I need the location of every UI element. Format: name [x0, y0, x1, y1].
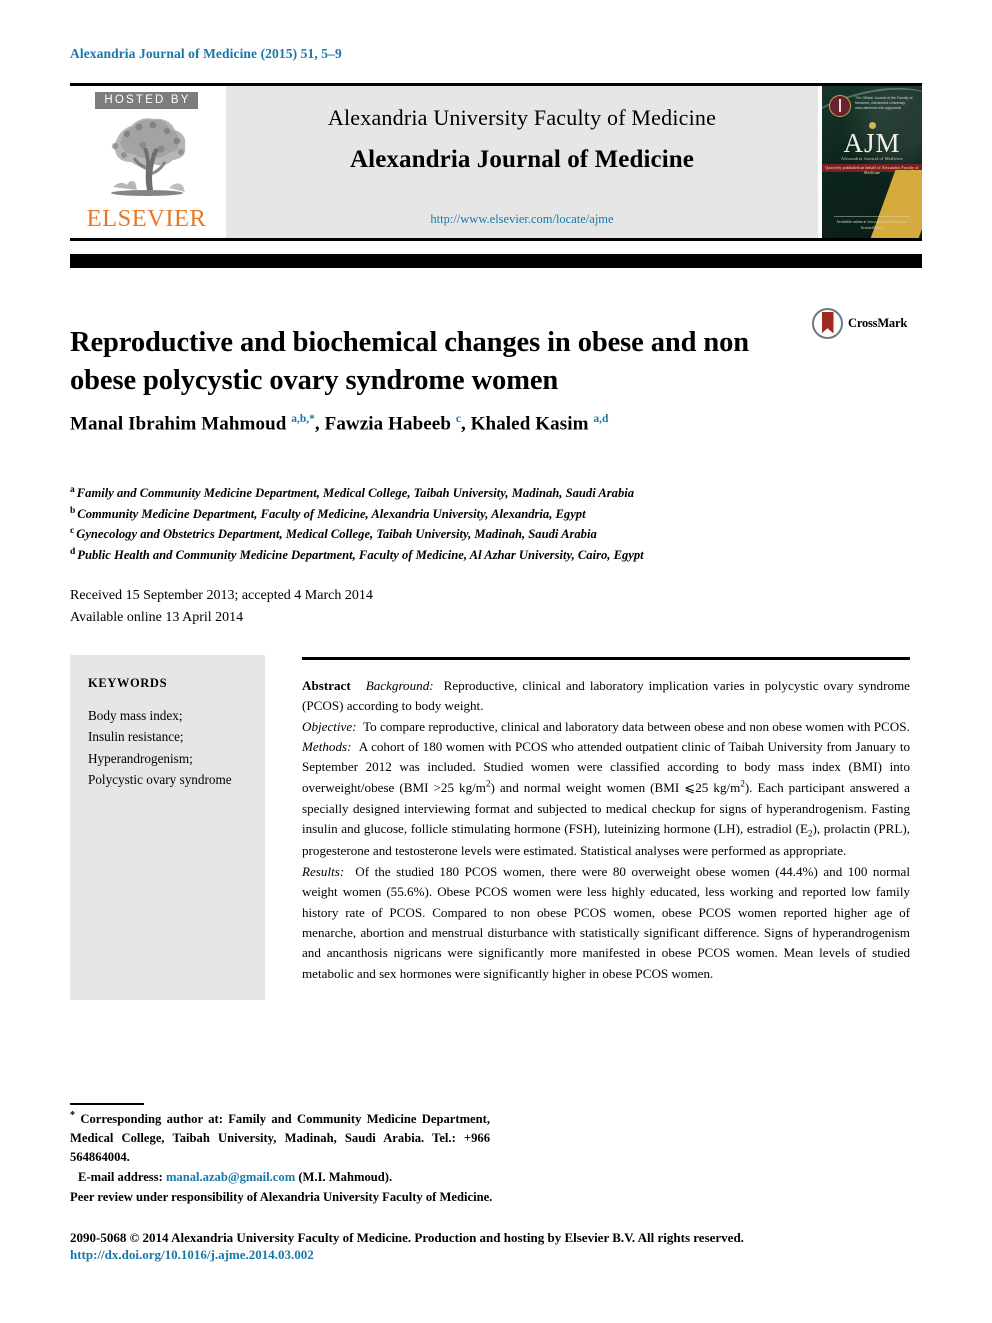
- author-email-link[interactable]: manal.azab@gmail.com: [166, 1170, 295, 1184]
- abstract-section-heading: Methods:: [302, 739, 352, 755]
- masthead-bottom-rule: [70, 238, 922, 241]
- abstract-label: Abstract: [302, 678, 351, 693]
- abstract-section: Abstract Background: Reproductive, clini…: [302, 676, 910, 717]
- abstract-section-text: To compare reproductive, clinical and la…: [363, 718, 910, 734]
- cover-initials: AJM: [843, 128, 901, 158]
- keyword-item: Polycystic ovary syndrome: [88, 772, 232, 788]
- asterisk-marker: *: [70, 1110, 75, 1121]
- university-emblem-icon: [829, 95, 851, 117]
- affiliation-item: d Public Health and Community Medicine De…: [70, 545, 920, 566]
- keyword-item: Insulin resistance;: [88, 729, 184, 745]
- email-suffix: (M.I. Mahmoud).: [298, 1169, 393, 1184]
- author-list: Manal Ibrahim Mahmoud a,b,*, Fawzia Habe…: [70, 413, 609, 435]
- copyright-line: 2090-5068 © 2014 Alexandria University F…: [70, 1230, 744, 1245]
- email-line: E-mail address: manal.azab@gmail.com (M.…: [70, 1168, 490, 1187]
- abstract-section: Methods: A cohort of 180 women with PCOS…: [302, 737, 910, 862]
- author-affiliation-marker: a,b,*: [291, 413, 315, 425]
- keyword-item: Body mass index;: [88, 708, 183, 723]
- faculty-name: Alexandria University Faculty of Medicin…: [327, 105, 717, 130]
- journal-name: Alexandria Journal of Medicine: [350, 146, 694, 173]
- affiliation-text: Public Health and Community Medicine Dep…: [77, 547, 644, 562]
- abstract-section: Objective: To compare reproductive, clin…: [302, 717, 910, 737]
- abstract-top-rule: [302, 657, 910, 660]
- abstract-section-text: A cohort of 180 women with PCOS who atte…: [302, 739, 911, 859]
- doi-link[interactable]: http://dx.doi.org/10.1016/j.ajme.2014.03…: [70, 1247, 314, 1263]
- affiliation-item: c Gynecology and Obstetrics Department, M…: [70, 524, 920, 545]
- page-title: Reproductive and biochemical changes in …: [70, 327, 750, 396]
- affiliation-text: Community Medicine Department, Faculty o…: [77, 506, 586, 521]
- author-affiliation-marker: c: [455, 413, 461, 425]
- affiliation-list: a Family and Community Medicine Departmen…: [70, 483, 920, 565]
- author-name: Khaled Kasim: [470, 413, 594, 435]
- author-affiliation-marker: a,d: [593, 413, 609, 425]
- abstract-section-text: Of the studied 180 PCOS women, there wer…: [302, 863, 911, 981]
- abstract-body: Abstract Background: Reproductive, clini…: [302, 676, 910, 984]
- affiliation-item: a Family and Community Medicine Departmen…: [70, 483, 920, 504]
- affiliation-text: Family and Community Medicine Department…: [76, 486, 635, 501]
- section-divider-bar: [70, 254, 922, 268]
- journal-masthead: HOSTED BY ELSEVIER Alexandria University…: [70, 86, 922, 238]
- email-label: E-mail address:: [78, 1169, 163, 1184]
- crossmark-icon: [812, 307, 843, 339]
- crossmark-label: CrossMark: [848, 315, 908, 330]
- affiliation-text: Gynecology and Obstetrics Department, Me…: [76, 527, 597, 542]
- author-name: Fawzia Habeeb: [324, 413, 456, 435]
- author-name: Manal Ibrahim Mahmoud: [70, 413, 292, 435]
- hosted-by-badge: HOSTED BY: [95, 92, 198, 109]
- elsevier-tree-icon: [91, 114, 203, 206]
- keywords-list: Body mass index; Insulin resistance; Hyper…: [88, 705, 258, 791]
- available-online-date: Available online 13 April 2014: [70, 609, 244, 625]
- abstract-section: Results: Of the studied 180 PCOS women, …: [302, 862, 910, 984]
- corresponding-author-note: * Corresponding author at: Family and Co…: [70, 1108, 490, 1187]
- journal-homepage-link[interactable]: http://www.elsevier.com/locate/ajme: [430, 212, 613, 227]
- publication-dates: Received 15 September 2013; accepted 4 M…: [70, 585, 373, 628]
- crossmark-badge[interactable]: CrossMark: [812, 306, 916, 340]
- article-first-page: Alexandria Journal of Medicine (2015) 51…: [0, 0, 992, 1323]
- affiliation-marker: a: [70, 485, 75, 495]
- affiliation-marker: b: [70, 505, 76, 516]
- affiliation-item: b Community Medicine Department, Faculty …: [70, 504, 920, 525]
- abstract-section-heading: Results:: [302, 863, 345, 879]
- received-accepted-date: Received 15 September 2013; accepted 4 M…: [70, 588, 373, 603]
- keyword-item: Hyperandrogenism;: [88, 750, 193, 766]
- elsevier-logo-block: HOSTED BY ELSEVIER: [70, 86, 223, 238]
- keywords-heading: KEYWORDS: [88, 676, 168, 690]
- abstract-section-heading: Objective:: [302, 718, 357, 734]
- running-head: Alexandria Journal of Medicine (2015) 51…: [70, 46, 342, 61]
- affiliation-marker: d: [70, 546, 76, 557]
- cover-emblem-text: The Official Journal of the Faculty of M…: [855, 96, 913, 111]
- crossmark-ribbon-icon: [821, 311, 834, 334]
- abstract-section-heading: Background:: [365, 678, 434, 693]
- footnote-rule: [70, 1103, 144, 1105]
- cover-footer-text: Available online at www.sciencedirect.co…: [834, 216, 910, 231]
- peer-review-note: Peer review under responsibility of Alex…: [70, 1190, 493, 1204]
- corresponding-author-detail: Corresponding author at: Family and Comm…: [70, 1112, 490, 1164]
- journal-cover-thumbnail: The Official Journal of the Faculty of M…: [822, 86, 922, 238]
- affiliation-marker: c: [70, 526, 75, 537]
- journal-title-panel: Alexandria University Faculty of Medicin…: [226, 86, 818, 238]
- elsevier-wordmark: ELSEVIER: [86, 205, 207, 232]
- cover-subtitle: Alexandria Journal of Medicine: [841, 156, 903, 161]
- corresponding-author-text: * Corresponding author at: Family and Co…: [70, 1108, 490, 1167]
